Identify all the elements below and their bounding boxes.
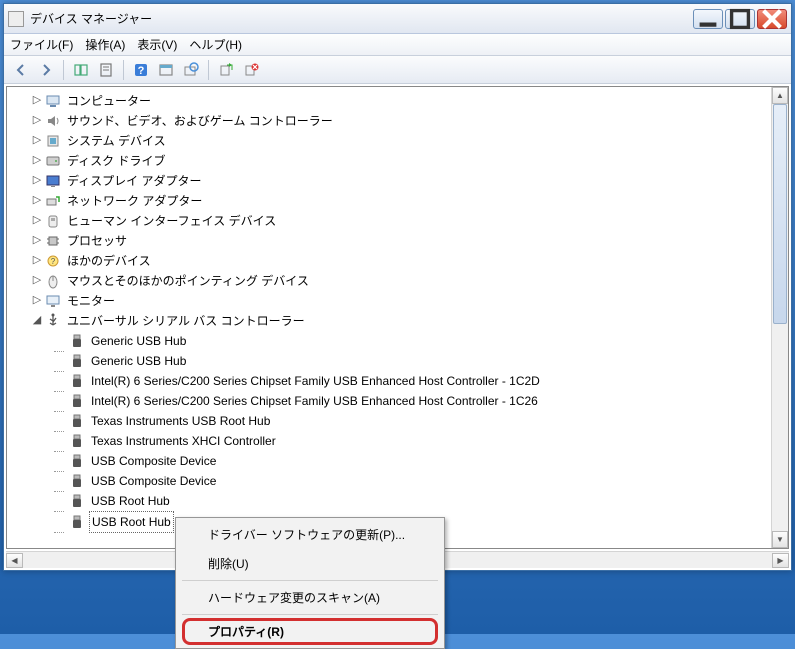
tree-node[interactable]: ▷ プロセッサ: [9, 231, 786, 251]
help-button[interactable]: ?: [130, 59, 152, 81]
expander-icon[interactable]: ▷: [29, 191, 45, 211]
show-hide-tree-button[interactable]: [70, 59, 92, 81]
context-menu: ドライバー ソフトウェアの更新(P)... 削除(U) ハードウェア変更のスキャ…: [175, 517, 445, 649]
scroll-up-button[interactable]: ▲: [772, 87, 788, 104]
toolbar: ?: [4, 56, 791, 84]
menu-action[interactable]: 操作(A): [85, 36, 125, 53]
expander-icon[interactable]: ◢: [29, 311, 45, 331]
tree-leaf-label: Generic USB Hub: [89, 331, 188, 351]
tree-leaf[interactable]: Intel(R) 6 Series/C200 Series Chipset Fa…: [9, 391, 786, 411]
scroll-right-button[interactable]: ▶: [772, 553, 789, 568]
ctx-properties[interactable]: プロパティ(R): [178, 617, 442, 646]
tree-leaf-label: Texas Instruments XHCI Controller: [89, 431, 278, 451]
tree-leaf[interactable]: USB Composite Device: [9, 451, 786, 471]
titlebar[interactable]: デバイス マネージャー: [4, 4, 791, 34]
expander-icon[interactable]: ▷: [29, 251, 45, 271]
svg-text:?: ?: [138, 65, 145, 77]
menu-view[interactable]: 表示(V): [137, 36, 177, 53]
ctx-separator: [182, 580, 438, 581]
action-button[interactable]: [155, 59, 177, 81]
menu-file[interactable]: ファイル(F): [10, 36, 73, 53]
tree-node-label: モニター: [65, 291, 117, 311]
minimize-button[interactable]: [693, 9, 723, 29]
tree-leaf[interactable]: USB Composite Device: [9, 471, 786, 491]
toolbar-separator: [123, 60, 124, 80]
tree-node[interactable]: ◢ ユニバーサル シリアル バス コントローラー: [9, 311, 786, 331]
tree-leaf[interactable]: Generic USB Hub: [9, 331, 786, 351]
menu-help[interactable]: ヘルプ(H): [189, 36, 242, 53]
menubar: ファイル(F) 操作(A) 表示(V) ヘルプ(H): [4, 34, 791, 56]
tree-node[interactable]: ▷ システム デバイス: [9, 131, 786, 151]
maximize-button[interactable]: [725, 9, 755, 29]
tree-node[interactable]: ▷ ヒューマン インターフェイス デバイス: [9, 211, 786, 231]
tree-node[interactable]: ▷ ネットワーク アダプター: [9, 191, 786, 211]
back-button[interactable]: [10, 59, 32, 81]
tree-node-label: プロセッサ: [65, 231, 129, 251]
tree-node[interactable]: ▷ ディスク ドライブ: [9, 151, 786, 171]
tree-node-label: ほかのデバイス: [65, 251, 153, 271]
tree-leaf[interactable]: USB Root Hub: [9, 491, 786, 511]
svg-text:?: ?: [51, 257, 56, 266]
forward-button[interactable]: [35, 59, 57, 81]
disable-device-button[interactable]: [240, 59, 262, 81]
tree-leaf-label: Generic USB Hub: [89, 351, 188, 371]
expander-icon[interactable]: ▷: [29, 231, 45, 251]
tree-node-label: ヒューマン インターフェイス デバイス: [65, 211, 278, 231]
scan-hardware-button[interactable]: [180, 59, 202, 81]
tree-node[interactable]: ▷ モニター: [9, 291, 786, 311]
tree-node-label: システム デバイス: [65, 131, 168, 151]
tree-leaf[interactable]: Texas Instruments USB Root Hub: [9, 411, 786, 431]
expander-icon[interactable]: ▷: [29, 131, 45, 151]
device-tree[interactable]: ▷ コンピューター ▷ サウンド、ビデオ、およびゲーム コントローラー ▷ システム デバ…: [6, 86, 789, 549]
toolbar-separator: [208, 60, 209, 80]
ctx-delete[interactable]: 削除(U): [178, 549, 442, 578]
tree-node[interactable]: ▷ ディスプレイ アダプター: [9, 171, 786, 191]
tree-leaf-label: Intel(R) 6 Series/C200 Series Chipset Fa…: [89, 371, 542, 391]
expander-icon[interactable]: ▷: [29, 111, 45, 131]
tree-leaf-label: USB Root Hub: [89, 511, 174, 533]
tree-node[interactable]: ▷ マウスとそのほかのポインティング デバイス: [9, 271, 786, 291]
properties-button[interactable]: [95, 59, 117, 81]
tree-node[interactable]: ▷ サウンド、ビデオ、およびゲーム コントローラー: [9, 111, 786, 131]
tree-leaf-label: USB Composite Device: [89, 451, 218, 471]
tree-node-label: ディスク ドライブ: [65, 151, 168, 171]
tree-node-label: ユニバーサル シリアル バス コントローラー: [65, 311, 307, 331]
window-controls: [693, 9, 787, 29]
vertical-scrollbar[interactable]: ▲ ▼: [771, 87, 788, 548]
tree-node-label: ネットワーク アダプター: [65, 191, 204, 211]
scroll-down-button[interactable]: ▼: [772, 531, 788, 548]
expander-icon[interactable]: ▷: [29, 271, 45, 291]
device-manager-window: デバイス マネージャー ファイル(F) 操作(A) 表示(V) ヘルプ(H) ?…: [3, 3, 792, 571]
tree-node-label: ディスプレイ アダプター: [65, 171, 204, 191]
tree-node[interactable]: ▷? ほかのデバイス: [9, 251, 786, 271]
ctx-separator: [182, 614, 438, 615]
expander-icon[interactable]: ▷: [29, 211, 45, 231]
tree-leaf-label: USB Root Hub: [89, 491, 172, 511]
tree-leaf-label: Intel(R) 6 Series/C200 Series Chipset Fa…: [89, 391, 540, 411]
expander-icon[interactable]: ▷: [29, 291, 45, 311]
window-title: デバイス マネージャー: [30, 10, 693, 27]
close-button[interactable]: [757, 9, 787, 29]
toolbar-separator: [63, 60, 64, 80]
app-icon: [8, 11, 24, 27]
tree-node-label: マウスとそのほかのポインティング デバイス: [65, 271, 311, 291]
tree-node-label: サウンド、ビデオ、およびゲーム コントローラー: [65, 111, 335, 131]
tree-node-label: コンピューター: [65, 91, 153, 111]
expander-icon[interactable]: ▷: [29, 91, 45, 111]
tree-leaf[interactable]: Generic USB Hub: [9, 351, 786, 371]
expander-icon[interactable]: ▷: [29, 151, 45, 171]
tree-leaf[interactable]: Texas Instruments XHCI Controller: [9, 431, 786, 451]
expander-icon[interactable]: ▷: [29, 171, 45, 191]
enable-device-button[interactable]: [215, 59, 237, 81]
tree-leaf-label: Texas Instruments USB Root Hub: [89, 411, 272, 431]
tree-leaf-label: USB Composite Device: [89, 471, 218, 491]
tree-leaf[interactable]: Intel(R) 6 Series/C200 Series Chipset Fa…: [9, 371, 786, 391]
scroll-left-button[interactable]: ◀: [6, 553, 23, 568]
scroll-thumb[interactable]: [773, 104, 787, 324]
tree-node[interactable]: ▷ コンピューター: [9, 91, 786, 111]
ctx-update-driver[interactable]: ドライバー ソフトウェアの更新(P)...: [178, 520, 442, 549]
ctx-scan-hardware[interactable]: ハードウェア変更のスキャン(A): [178, 583, 442, 612]
